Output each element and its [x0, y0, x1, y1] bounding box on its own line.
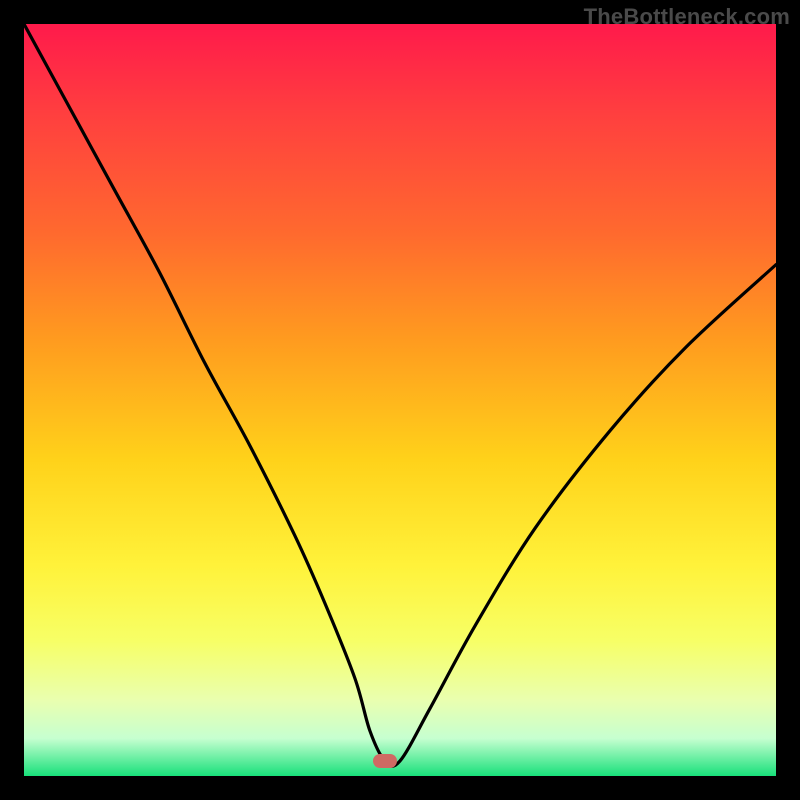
chart-frame: TheBottleneck.com: [0, 0, 800, 800]
bottleneck-curve: [24, 24, 776, 776]
plot-area: [24, 24, 776, 776]
watermark-text: TheBottleneck.com: [584, 4, 790, 30]
minimum-marker: [373, 754, 397, 768]
